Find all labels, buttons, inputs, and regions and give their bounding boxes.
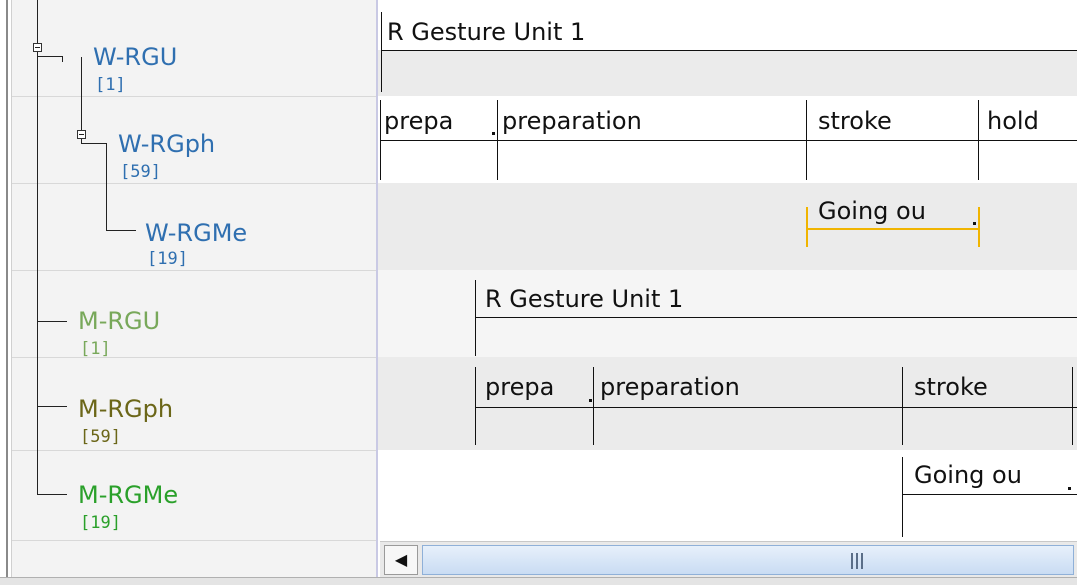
selected-annotation-boundary xyxy=(978,207,980,247)
tier-name-w-rgph[interactable]: W-RGph xyxy=(118,131,215,157)
collapse-toggle-icon[interactable] xyxy=(77,130,86,139)
scroll-left-button[interactable]: ◀ xyxy=(384,545,418,575)
annotation-w-rgu-1[interactable]: R Gesture Unit 1 xyxy=(387,18,585,46)
annotation-span-line xyxy=(475,317,1077,318)
annotation-m-rgu-1[interactable]: R Gesture Unit 1 xyxy=(485,285,683,313)
tier-name-w-rgme[interactable]: W-RGMe xyxy=(145,220,247,246)
tier-name-m-rgph[interactable]: M-RGph xyxy=(78,396,173,422)
horizontal-scrollbar[interactable]: ◀ xyxy=(380,541,1077,578)
annotation-span-line xyxy=(381,50,1077,51)
tree-branch-line xyxy=(81,143,106,144)
selected-annotation-boundary xyxy=(806,207,808,247)
annotation-span-line xyxy=(902,494,1077,495)
tree-branch-line xyxy=(37,494,67,495)
tier-name-m-rgme[interactable]: M-RGMe xyxy=(78,482,178,508)
tier-count-w-rgu: [1] xyxy=(95,75,126,95)
annotation-w-rgph-preparation[interactable]: preparation xyxy=(502,107,642,135)
grip-lines-icon xyxy=(861,553,863,569)
tier-row-separator xyxy=(12,357,376,358)
tier-row-separator xyxy=(12,183,376,184)
annotation-boundary xyxy=(978,100,979,180)
annotation-w-rgme-going-out[interactable]: Going ou xyxy=(818,197,926,225)
annotation-m-rgph-prepa[interactable]: prepa xyxy=(485,373,554,401)
timeline-row-m-rgph xyxy=(378,357,1077,450)
annotation-boundary xyxy=(475,367,476,445)
tier-count-m-rgme: [19] xyxy=(80,513,121,533)
annotation-boundary xyxy=(902,457,903,537)
window-border xyxy=(6,0,8,584)
tree-trunk-line xyxy=(37,0,38,495)
tree-branch-line xyxy=(37,321,67,322)
annotation-boundary xyxy=(902,367,903,445)
tier-count-m-rgph: [59] xyxy=(80,427,121,447)
tree-branch-line xyxy=(62,56,63,62)
truncation-dot xyxy=(1068,487,1071,490)
tree-branch-line xyxy=(37,56,62,57)
truncation-dot xyxy=(492,132,495,135)
tier-row-separator xyxy=(12,540,376,541)
tree-branch-line xyxy=(37,406,67,407)
annotation-boundary xyxy=(381,12,382,92)
annotation-boundary xyxy=(475,280,476,356)
timeline-row-w-rgme xyxy=(378,183,1077,270)
annotation-m-rgph-preparation[interactable]: preparation xyxy=(600,373,740,401)
timeline-row-w-rgu-band xyxy=(378,50,1077,96)
tier-name-w-rgu[interactable]: W-RGU xyxy=(93,44,177,70)
truncation-dot xyxy=(589,399,592,402)
selected-annotation-span xyxy=(806,228,980,230)
annotation-m-rgme-going-out[interactable]: Going ou xyxy=(914,461,1022,489)
collapse-toggle-icon[interactable] xyxy=(33,43,42,52)
annotation-tier-viewer: W-RGU [1] W-RGph [59] W-RGMe [19] M-RGU … xyxy=(0,0,1077,585)
annotation-span-line xyxy=(380,140,1077,141)
annotation-span-line xyxy=(475,407,1077,408)
truncation-dot xyxy=(973,222,976,225)
tier-count-m-rgu: [1] xyxy=(80,339,111,359)
annotation-m-rgph-stroke[interactable]: stroke xyxy=(914,373,988,401)
annotation-boundary xyxy=(806,100,807,180)
tier-hierarchy-panel xyxy=(12,0,376,577)
annotation-boundary xyxy=(497,100,498,180)
annotation-w-rgph-prepa[interactable]: prepa xyxy=(384,107,453,135)
tree-branch-line xyxy=(106,230,136,231)
annotation-w-rgph-stroke[interactable]: stroke xyxy=(818,107,892,135)
tier-row-separator xyxy=(12,450,376,451)
tier-count-w-rgme: [19] xyxy=(147,249,188,269)
grip-lines-icon xyxy=(851,553,853,569)
tier-name-m-rgu[interactable]: M-RGU xyxy=(78,308,160,334)
tree-trunk-line xyxy=(106,144,107,231)
annotation-w-rgph-hold[interactable]: hold xyxy=(987,107,1039,135)
scroll-thumb[interactable] xyxy=(422,545,1074,575)
annotation-boundary xyxy=(1072,367,1073,445)
annotation-boundary xyxy=(380,100,381,180)
grip-lines-icon xyxy=(856,553,858,569)
timeline-row-m-rgu xyxy=(378,270,1077,357)
annotation-boundary xyxy=(593,367,594,445)
annotation-timeline[interactable]: R Gesture Unit 1 prepa preparation strok… xyxy=(378,0,1077,540)
tier-row-separator xyxy=(12,96,376,97)
tier-count-w-rgph: [59] xyxy=(120,162,161,182)
tier-row-separator xyxy=(12,270,376,271)
